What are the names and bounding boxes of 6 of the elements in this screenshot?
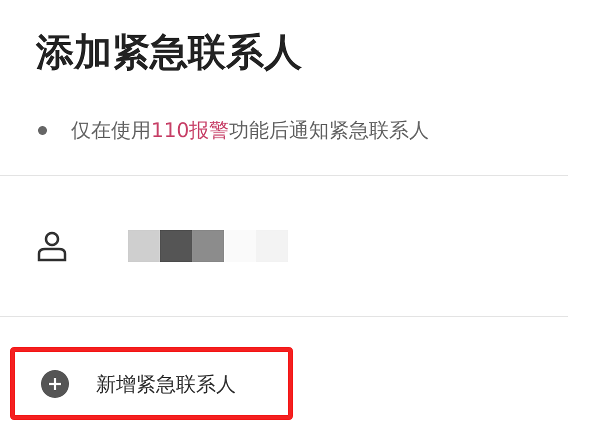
person-icon: [37, 230, 69, 262]
bullet-icon: [38, 126, 47, 134]
add-contact-button[interactable]: 新增紧急联系人: [10, 347, 293, 420]
plus-icon: [41, 370, 69, 398]
notice-text: 仅在使用110报警功能后通知紧急联系人: [71, 117, 430, 144]
page-title: 添加紧急联系人: [36, 30, 302, 76]
